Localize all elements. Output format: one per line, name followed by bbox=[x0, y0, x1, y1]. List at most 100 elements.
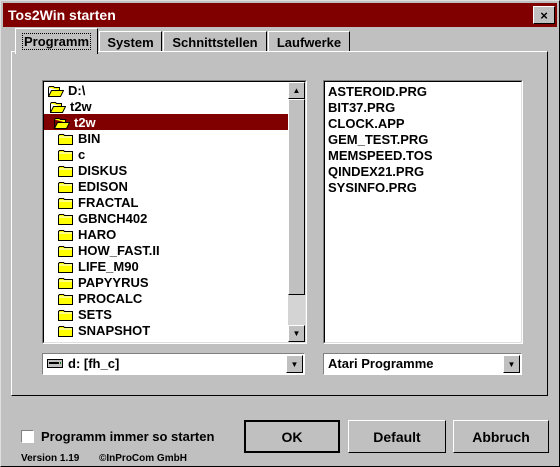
directory-item[interactable]: PAPYYRUS bbox=[44, 274, 288, 290]
file-item[interactable]: MEMSPEED.TOS bbox=[325, 148, 521, 164]
directory-item-label: GBNCH402 bbox=[78, 210, 148, 226]
scroll-thumb[interactable] bbox=[288, 99, 305, 295]
directory-item[interactable]: HOW_FAST.II bbox=[44, 242, 288, 258]
folder-icon bbox=[58, 213, 73, 225]
directory-item[interactable]: DISKUS bbox=[44, 162, 288, 178]
file-item[interactable]: CLOCK.APP bbox=[325, 116, 521, 132]
directory-item[interactable]: EDISON bbox=[44, 178, 288, 194]
directory-item[interactable]: GBNCH402 bbox=[44, 210, 288, 226]
arrow-up-icon: ▲ bbox=[292, 86, 301, 95]
directory-item-label: SNAPSHOT bbox=[78, 322, 151, 338]
drive-select-label: d: [fh_c] bbox=[68, 356, 120, 371]
remember-checkbox-label[interactable]: Programm immer so starten bbox=[41, 429, 214, 444]
file-list: ASTEROID.PRG BIT37.PRG CLOCK.APP GEM_TEST.P… bbox=[324, 81, 522, 343]
directory-item-label: HOW_FAST.II bbox=[78, 242, 160, 258]
directory-item[interactable]: D:\ bbox=[44, 82, 288, 98]
file-item[interactable]: SYSINFO.PRG bbox=[325, 180, 521, 196]
dialog-window: Tos2Win starten × Programm System Schnit… bbox=[0, 0, 560, 467]
folder-icon bbox=[58, 181, 73, 193]
drive-dropdown-button[interactable]: ▼ bbox=[286, 355, 303, 373]
tab-label: Programm bbox=[21, 33, 92, 50]
ok-button-label: OK bbox=[281, 428, 303, 445]
directory-item-label: EDISON bbox=[78, 178, 128, 194]
cancel-button[interactable]: Abbruch bbox=[453, 420, 549, 453]
chevron-down-icon: ▼ bbox=[290, 359, 299, 369]
directory-tree: D:\ t2w t2w BIN c DISKUS EDISON FRACTAL GBNCH402… bbox=[44, 82, 288, 342]
window-title: Tos2Win starten bbox=[8, 7, 116, 23]
folder-icon bbox=[58, 293, 73, 305]
version-text: Version 1.19 bbox=[21, 453, 80, 464]
directory-item-label: t2w bbox=[70, 98, 92, 114]
default-button-label: Default bbox=[373, 428, 421, 445]
directory-item-label: BIN bbox=[78, 130, 101, 146]
directory-item-label: DISKUS bbox=[78, 162, 128, 178]
drive-select-value: d: [fh_c] bbox=[47, 356, 119, 371]
folder-icon bbox=[58, 165, 73, 177]
remember-checkbox[interactable] bbox=[21, 430, 34, 443]
folder-icon bbox=[58, 325, 73, 337]
tab-label: System bbox=[107, 34, 154, 50]
filetype-select[interactable]: Atari Programme ▼ bbox=[323, 353, 522, 375]
directory-item-label: PAPYYRUS bbox=[78, 274, 149, 290]
arrow-down-icon: ▼ bbox=[292, 329, 301, 338]
folder-open-icon bbox=[50, 101, 66, 113]
directory-item-label: D:\ bbox=[68, 82, 86, 98]
folder-icon bbox=[58, 197, 73, 209]
folder-icon bbox=[58, 133, 73, 145]
folder-icon bbox=[58, 309, 73, 321]
title-bar[interactable]: Tos2Win starten × bbox=[3, 3, 557, 27]
folder-icon bbox=[58, 149, 73, 161]
folder-icon bbox=[58, 229, 73, 241]
tab-programm[interactable]: Programm bbox=[15, 28, 98, 54]
copyright-text: ©InProCom GmbH bbox=[99, 453, 187, 464]
cancel-button-label: Abbruch bbox=[472, 428, 530, 445]
file-listbox[interactable]: ASTEROID.PRG BIT37.PRG CLOCK.APP GEM_TEST.P… bbox=[323, 80, 523, 344]
directory-item[interactable]: t2w bbox=[44, 98, 288, 114]
file-item[interactable]: QINDEX21.PRG bbox=[325, 164, 521, 180]
directory-item-label: LIFE_M90 bbox=[78, 258, 139, 274]
drive-select[interactable]: d: [fh_c] ▼ bbox=[42, 353, 305, 375]
folder-open-icon bbox=[48, 85, 64, 97]
directory-item[interactable]: HARO bbox=[44, 226, 288, 242]
drive-icon bbox=[47, 358, 63, 368]
directory-item[interactable]: c bbox=[44, 146, 288, 162]
directory-item-label: STG_UTE bbox=[78, 339, 138, 343]
directory-item-label: HARO bbox=[78, 226, 117, 242]
filetype-select-value: Atari Programme bbox=[328, 356, 434, 371]
directory-item[interactable]: PROCALC bbox=[44, 290, 288, 306]
file-item[interactable]: GEM_TEST.PRG bbox=[325, 132, 521, 148]
directory-item[interactable]: BIN bbox=[44, 130, 288, 146]
directory-item-label: PROCALC bbox=[78, 290, 143, 306]
tab-system[interactable]: System bbox=[99, 31, 162, 52]
directory-item[interactable]: LIFE_M90 bbox=[44, 258, 288, 274]
folder-icon bbox=[58, 341, 73, 342]
folder-icon bbox=[58, 245, 73, 257]
scroll-down-button[interactable]: ▼ bbox=[288, 325, 305, 342]
filetype-dropdown-button[interactable]: ▼ bbox=[503, 355, 520, 373]
tab-label: Schnittstellen bbox=[172, 34, 258, 50]
directory-item[interactable]: FRACTAL bbox=[44, 194, 288, 210]
ok-button[interactable]: OK bbox=[244, 420, 340, 453]
folder-icon bbox=[58, 277, 73, 289]
close-button[interactable]: × bbox=[533, 6, 555, 24]
tab-panel: D:\ t2w t2w BIN c DISKUS EDISON FRACTAL GBNCH402… bbox=[11, 51, 548, 396]
scroll-up-button[interactable]: ▲ bbox=[288, 82, 305, 99]
close-icon: × bbox=[540, 7, 548, 23]
directory-item[interactable]: SETS bbox=[44, 306, 288, 322]
directory-listbox[interactable]: D:\ t2w t2w BIN c DISKUS EDISON FRACTAL GBNCH402… bbox=[42, 80, 307, 344]
chevron-down-icon: ▼ bbox=[507, 359, 516, 369]
directory-scrollbar[interactable]: ▲ ▼ bbox=[288, 82, 305, 342]
file-item[interactable]: BIT37.PRG bbox=[325, 100, 521, 116]
directory-item-label: SETS bbox=[78, 306, 112, 322]
directory-item-label: FRACTAL bbox=[78, 194, 139, 210]
default-button[interactable]: Default bbox=[348, 420, 446, 453]
directory-item[interactable]: SNAPSHOT bbox=[44, 322, 288, 338]
folder-icon bbox=[58, 261, 73, 273]
file-item[interactable]: ASTEROID.PRG bbox=[325, 84, 521, 100]
tab-laufwerke[interactable]: Laufwerke bbox=[268, 31, 350, 52]
directory-item-label: c bbox=[78, 146, 86, 162]
directory-item[interactable]: STG_UTE bbox=[44, 338, 288, 342]
tab-label: Laufwerke bbox=[276, 34, 342, 50]
directory-item[interactable]: t2w bbox=[44, 114, 288, 130]
tab-schnittstellen[interactable]: Schnittstellen bbox=[163, 31, 267, 52]
